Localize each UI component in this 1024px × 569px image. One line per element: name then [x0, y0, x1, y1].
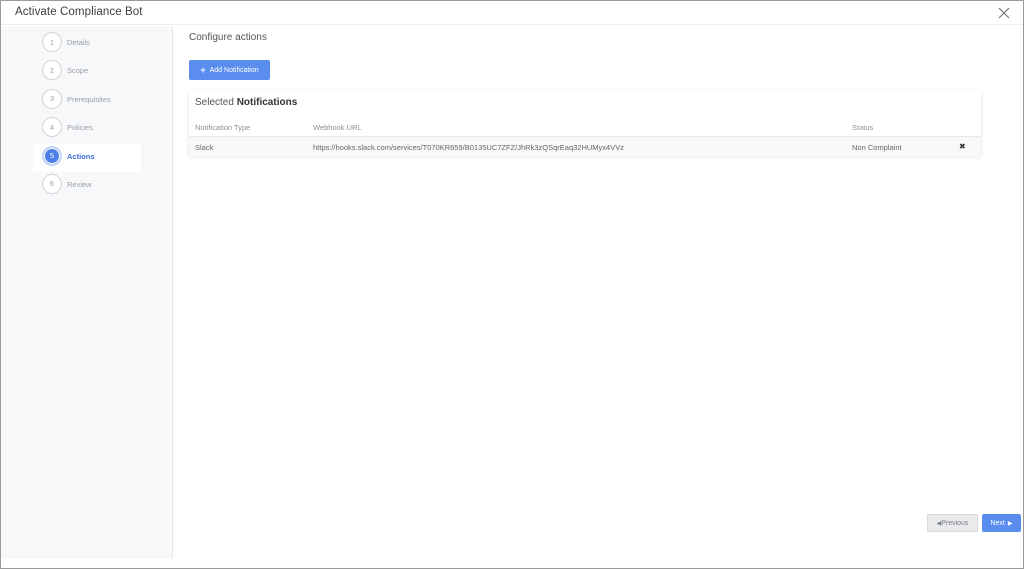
card-title: Selected Notifications: [195, 97, 297, 108]
close-icon[interactable]: [997, 6, 1011, 20]
add-notification-label: Add Notification: [209, 66, 259, 74]
remove-icon[interactable]: ✖: [959, 142, 966, 151]
wizard-sidebar: 1 Details 2 Scope 3 Prerequisites 4 Poli…: [1, 26, 173, 559]
step-policies[interactable]: 4 Policies: [33, 115, 141, 143]
card-title-prefix: Selected: [195, 97, 234, 108]
step-review[interactable]: 6 Review: [33, 172, 141, 200]
section-title: Configure actions: [189, 32, 267, 43]
modal-window: Activate Compliance Bot 1 Details 2 Scop…: [0, 0, 1024, 569]
step-actions[interactable]: 5 Actions: [33, 143, 141, 172]
step-label: Scope: [67, 66, 89, 76]
step-scope[interactable]: 2 Scope: [33, 58, 141, 86]
card-title-bold: Notifications: [236, 97, 298, 108]
step-label: Policies: [67, 123, 93, 133]
column-header-type: Notification Type: [195, 123, 251, 132]
step-number: 5: [42, 145, 62, 166]
column-header-url: Webhook URL: [313, 123, 362, 132]
plus-icon: +: [200, 65, 206, 75]
previous-button[interactable]: ◀ Previous: [927, 514, 978, 532]
notifications-card: Selected Notifications Notification Type…: [189, 90, 981, 157]
table-row: Slack https://hooks.slack.com/services/T…: [189, 137, 981, 157]
next-button[interactable]: Next ▶: [982, 514, 1021, 532]
previous-label: Previous: [941, 519, 969, 527]
step-label: Review: [67, 179, 92, 189]
cell-status: Non Complaint: [852, 143, 902, 152]
table-header: Notification Type Webhook URL Status: [189, 117, 981, 137]
step-label: Actions: [67, 151, 95, 161]
title-bar: Activate Compliance Bot: [1, 1, 1023, 25]
cell-url: https://hooks.slack.com/services/T070KR6…: [313, 143, 624, 152]
caret-right-icon: ▶: [1007, 520, 1013, 527]
step-label: Prerequisites: [67, 94, 111, 104]
step-details[interactable]: 1 Details: [33, 30, 141, 58]
wizard-steps: 1 Details 2 Scope 3 Prerequisites 4 Poli…: [33, 30, 141, 200]
step-number: 6: [42, 173, 62, 194]
window-title: Activate Compliance Bot: [15, 6, 143, 18]
column-header-status: Status: [852, 123, 874, 132]
step-label: Details: [67, 38, 90, 47]
step-prerequisites[interactable]: 3 Prerequisites: [33, 87, 141, 115]
step-number: 2: [42, 60, 62, 81]
next-label: Next: [990, 519, 1005, 527]
step-number: 1: [42, 32, 62, 52]
cell-type: Slack: [195, 143, 214, 152]
add-notification-button[interactable]: + Add Notification: [189, 60, 270, 80]
step-number: 3: [42, 88, 62, 109]
step-number: 4: [42, 117, 62, 138]
